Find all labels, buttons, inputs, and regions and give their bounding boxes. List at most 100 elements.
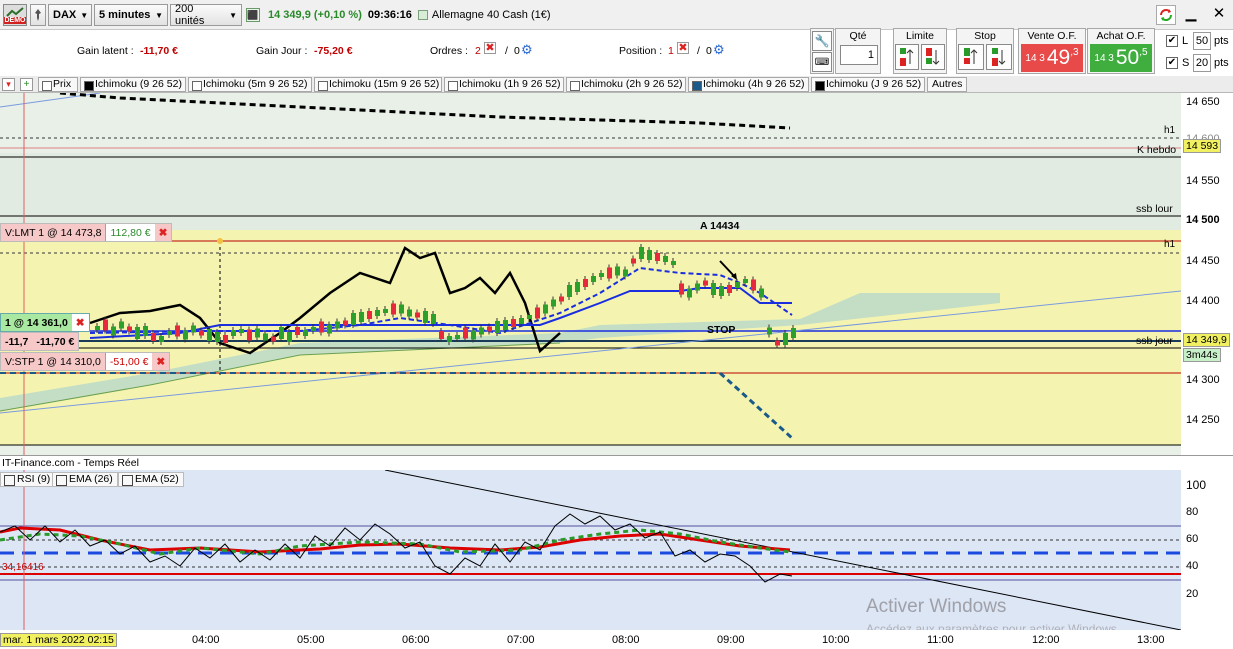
candle	[639, 247, 644, 259]
indicator-tabs-bar: ▾ + Prix Ichimoku (9 26 52) Ichimoku (5m…	[0, 76, 1233, 93]
candle	[775, 340, 780, 346]
candle	[671, 261, 676, 265]
tab-ichimoku-j[interactable]: Ichimoku (J 9 26 52)	[811, 77, 925, 92]
wrench-icon[interactable]: 🔧	[812, 31, 832, 51]
candle	[151, 333, 156, 341]
candle	[767, 327, 772, 335]
candle	[479, 327, 484, 335]
tab-ichimoku[interactable]: Ichimoku (9 26 52)	[80, 77, 186, 92]
position-tag[interactable]: 1 @ 14 361,0 ✖	[0, 313, 90, 332]
stop-buy-button[interactable]	[958, 44, 984, 70]
add-plus-icon[interactable]: +	[20, 78, 33, 91]
candle	[687, 288, 692, 298]
stop-label-chart: STOP	[707, 324, 736, 336]
price-chart[interactable]: h1 K hebdo ssb lour h1 ssb jour A 14434 …	[0, 93, 1181, 455]
cancel-stp-icon[interactable]: ✖	[152, 353, 170, 370]
k-hebdo-price-tag: 14 593	[1183, 139, 1222, 153]
tab-ichimoku-4h[interactable]: Ichimoku (4h 9 26 52)	[688, 77, 809, 92]
sell-panel: Vente O.F. 14 3 49,3	[1018, 28, 1086, 74]
tab-ichimoku-2h[interactable]: Ichimoku (2h 9 26 52)	[566, 77, 686, 92]
gear-icon[interactable]: ⚙	[521, 42, 533, 58]
rsi-panel[interactable]: RSI (9) EMA (26) EMA (52) 34,16416 Activ…	[0, 470, 1181, 630]
candle	[175, 325, 180, 337]
candle	[511, 319, 516, 327]
candle	[703, 280, 708, 286]
stop-label: Stop	[974, 30, 996, 42]
l-checkbox[interactable]: ✔	[1166, 35, 1178, 47]
price-tick: 14 500	[1186, 214, 1220, 226]
stp-order-tag[interactable]: V:STP 1 @ 14 310,0 -51,00 € ✖	[0, 352, 171, 371]
position-tag-label: 1 @ 14 361,0	[1, 314, 72, 331]
instrument-select[interactable]: DAX ▼	[48, 4, 92, 26]
candle	[111, 326, 116, 336]
candle	[751, 279, 756, 291]
ordres-label: Ordres :	[430, 45, 468, 57]
candle	[431, 314, 436, 324]
s-unit: pts	[1214, 57, 1229, 69]
candle	[791, 328, 796, 338]
candle	[735, 282, 740, 288]
candle	[239, 329, 244, 333]
period-select[interactable]: 5 minutes ▼	[94, 4, 168, 26]
time-label: 13:00	[1137, 634, 1165, 646]
ssb-jour-label: ssb jour	[1136, 335, 1173, 347]
lmt-order-tag[interactable]: V:LMT 1 @ 14 473,8 112,80 € ✖	[0, 223, 173, 242]
limit-sell-button[interactable]	[921, 44, 945, 70]
tools-panel: 🔧 ⌨	[810, 28, 834, 74]
ema52-legend[interactable]: EMA (52)	[118, 472, 184, 487]
qty-input[interactable]: 1	[840, 45, 878, 65]
candle	[263, 333, 268, 341]
time-axis: mar. 1 mars 2022 02:15 04:00 05:00 06:00…	[0, 630, 1233, 649]
sell-button[interactable]: 14 3 49,3	[1021, 44, 1083, 72]
candle	[727, 285, 732, 293]
tab-ichimoku-1h[interactable]: Ichimoku (1h 9 26 52)	[444, 77, 564, 92]
l-unit: pts	[1214, 35, 1229, 47]
candle	[415, 312, 420, 318]
rsi-legend[interactable]: RSI (9)	[0, 472, 56, 487]
close-position-tag-icon[interactable]: ✖	[71, 314, 89, 331]
pin-button[interactable]	[30, 4, 46, 26]
candle	[559, 296, 564, 302]
stp-order-label: V:STP 1 @ 14 310,0	[1, 353, 106, 370]
ordres-other: 0	[514, 45, 520, 57]
units-select[interactable]: 200 unités ▼	[170, 3, 242, 27]
rsi-tick: 100	[1186, 478, 1207, 492]
ordres-separator: /	[505, 45, 508, 57]
tab-ichimoku-15m[interactable]: Ichimoku (15m 9 26 52)	[314, 77, 442, 92]
limit-buy-button[interactable]	[895, 44, 919, 70]
candle	[575, 282, 580, 292]
position-pts: -11,7	[1, 333, 33, 350]
pin-icon	[35, 9, 41, 21]
add-indicator-icon[interactable]: ▾	[2, 78, 15, 91]
s-input[interactable]: 20	[1193, 54, 1211, 72]
tab-ichimoku-5m[interactable]: Ichimoku (5m 9 26 52)	[188, 77, 312, 92]
keyboard-icon[interactable]: ⌨	[812, 52, 832, 72]
refresh-icon[interactable]	[1156, 5, 1176, 25]
buy-price-big: 50	[1115, 46, 1140, 69]
candle	[135, 327, 140, 339]
rsi-tick: 20	[1186, 588, 1199, 600]
buy-button[interactable]: 14 3 50,5	[1090, 44, 1152, 72]
candle	[695, 283, 700, 291]
rsi-value-label: 34,16416	[2, 562, 44, 573]
close-position-icon[interactable]: ✖	[677, 42, 689, 54]
tab-prix[interactable]: Prix	[38, 77, 78, 92]
top-toolbar: DEMO DAX ▼ 5 minutes ▼ 200 unités ▼ ⬛ 14 34…	[0, 0, 1233, 30]
cancel-lmt-icon[interactable]: ✖	[154, 224, 172, 241]
candle	[319, 321, 324, 333]
time-label: 06:00	[402, 634, 430, 646]
minimize-button[interactable]: ▁	[1184, 6, 1198, 22]
l-input[interactable]: 50	[1193, 32, 1211, 50]
buy-label: Achat O.F.	[1096, 30, 1146, 42]
gear-icon[interactable]: ⚙	[713, 42, 725, 58]
time-label: 10:00	[822, 634, 850, 646]
time-label: 11:00	[927, 634, 954, 646]
lmt-order-label: V:LMT 1 @ 14 473,8	[1, 224, 107, 241]
ema52-line	[0, 526, 791, 554]
ema26-legend[interactable]: EMA (26)	[52, 472, 118, 487]
close-button[interactable]: ✕	[1212, 6, 1226, 22]
cancel-orders-icon[interactable]: ✖	[484, 42, 496, 54]
s-checkbox[interactable]: ✔	[1166, 57, 1178, 69]
tab-autres[interactable]: Autres	[927, 77, 968, 92]
stop-sell-button[interactable]	[986, 44, 1012, 70]
